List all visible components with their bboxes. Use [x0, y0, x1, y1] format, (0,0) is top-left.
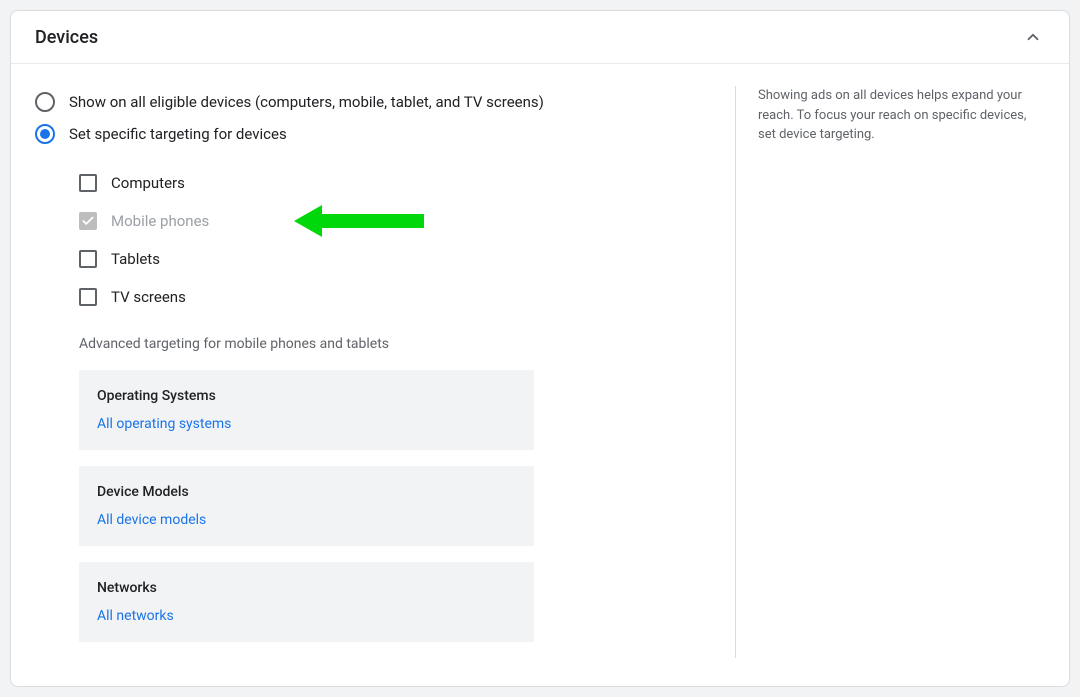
- networks-card[interactable]: Networks All networks: [79, 562, 534, 642]
- adv-card-link[interactable]: All operating systems: [97, 416, 516, 432]
- checkbox-tv-screens[interactable]: TV screens: [79, 278, 735, 316]
- checkbox-icon: [79, 174, 97, 192]
- card-header: Devices: [11, 11, 1069, 64]
- radio-label: Show on all eligible devices (computers,…: [69, 93, 544, 111]
- adv-card-link[interactable]: All networks: [97, 608, 516, 624]
- adv-card-title: Networks: [97, 580, 516, 596]
- operating-systems-card[interactable]: Operating Systems All operating systems: [79, 370, 534, 450]
- checkbox-label: Tablets: [111, 250, 160, 268]
- adv-card-link[interactable]: All device models: [97, 512, 516, 528]
- radio-icon: [35, 124, 55, 144]
- help-panel: Showing ads on all devices helps expand …: [735, 86, 1035, 658]
- card-title: Devices: [35, 27, 98, 48]
- collapse-toggle[interactable]: [1021, 25, 1045, 49]
- checkbox-computers[interactable]: Computers: [79, 164, 735, 202]
- radio-label: Set specific targeting for devices: [69, 125, 287, 143]
- checkbox-label: Computers: [111, 174, 185, 192]
- help-text: Showing ads on all devices helps expand …: [758, 86, 1035, 145]
- annotation-arrow-icon: [294, 201, 424, 241]
- devices-card: Devices Show on all eligible devices (co…: [10, 10, 1070, 687]
- radio-specific-targeting[interactable]: Set specific targeting for devices: [35, 118, 735, 150]
- checkbox-icon: [79, 212, 97, 230]
- checkbox-icon: [79, 250, 97, 268]
- radio-all-devices[interactable]: Show on all eligible devices (computers,…: [35, 86, 735, 118]
- checkbox-mobile-phones: Mobile phones: [79, 202, 735, 240]
- checkbox-icon: [79, 288, 97, 306]
- chevron-up-icon: [1024, 28, 1042, 46]
- checkbox-label: TV screens: [111, 288, 186, 306]
- card-body: Show on all eligible devices (computers,…: [11, 64, 1069, 686]
- device-models-card[interactable]: Device Models All device models: [79, 466, 534, 546]
- checkbox-label: Mobile phones: [111, 212, 209, 230]
- adv-card-title: Operating Systems: [97, 388, 516, 404]
- left-column: Show on all eligible devices (computers,…: [35, 86, 735, 658]
- adv-card-title: Device Models: [97, 484, 516, 500]
- checkbox-tablets[interactable]: Tablets: [79, 240, 735, 278]
- radio-icon: [35, 92, 55, 112]
- advanced-targeting-heading: Advanced targeting for mobile phones and…: [35, 336, 735, 352]
- device-checkbox-list: Computers Mobile phones Tablets: [35, 164, 735, 316]
